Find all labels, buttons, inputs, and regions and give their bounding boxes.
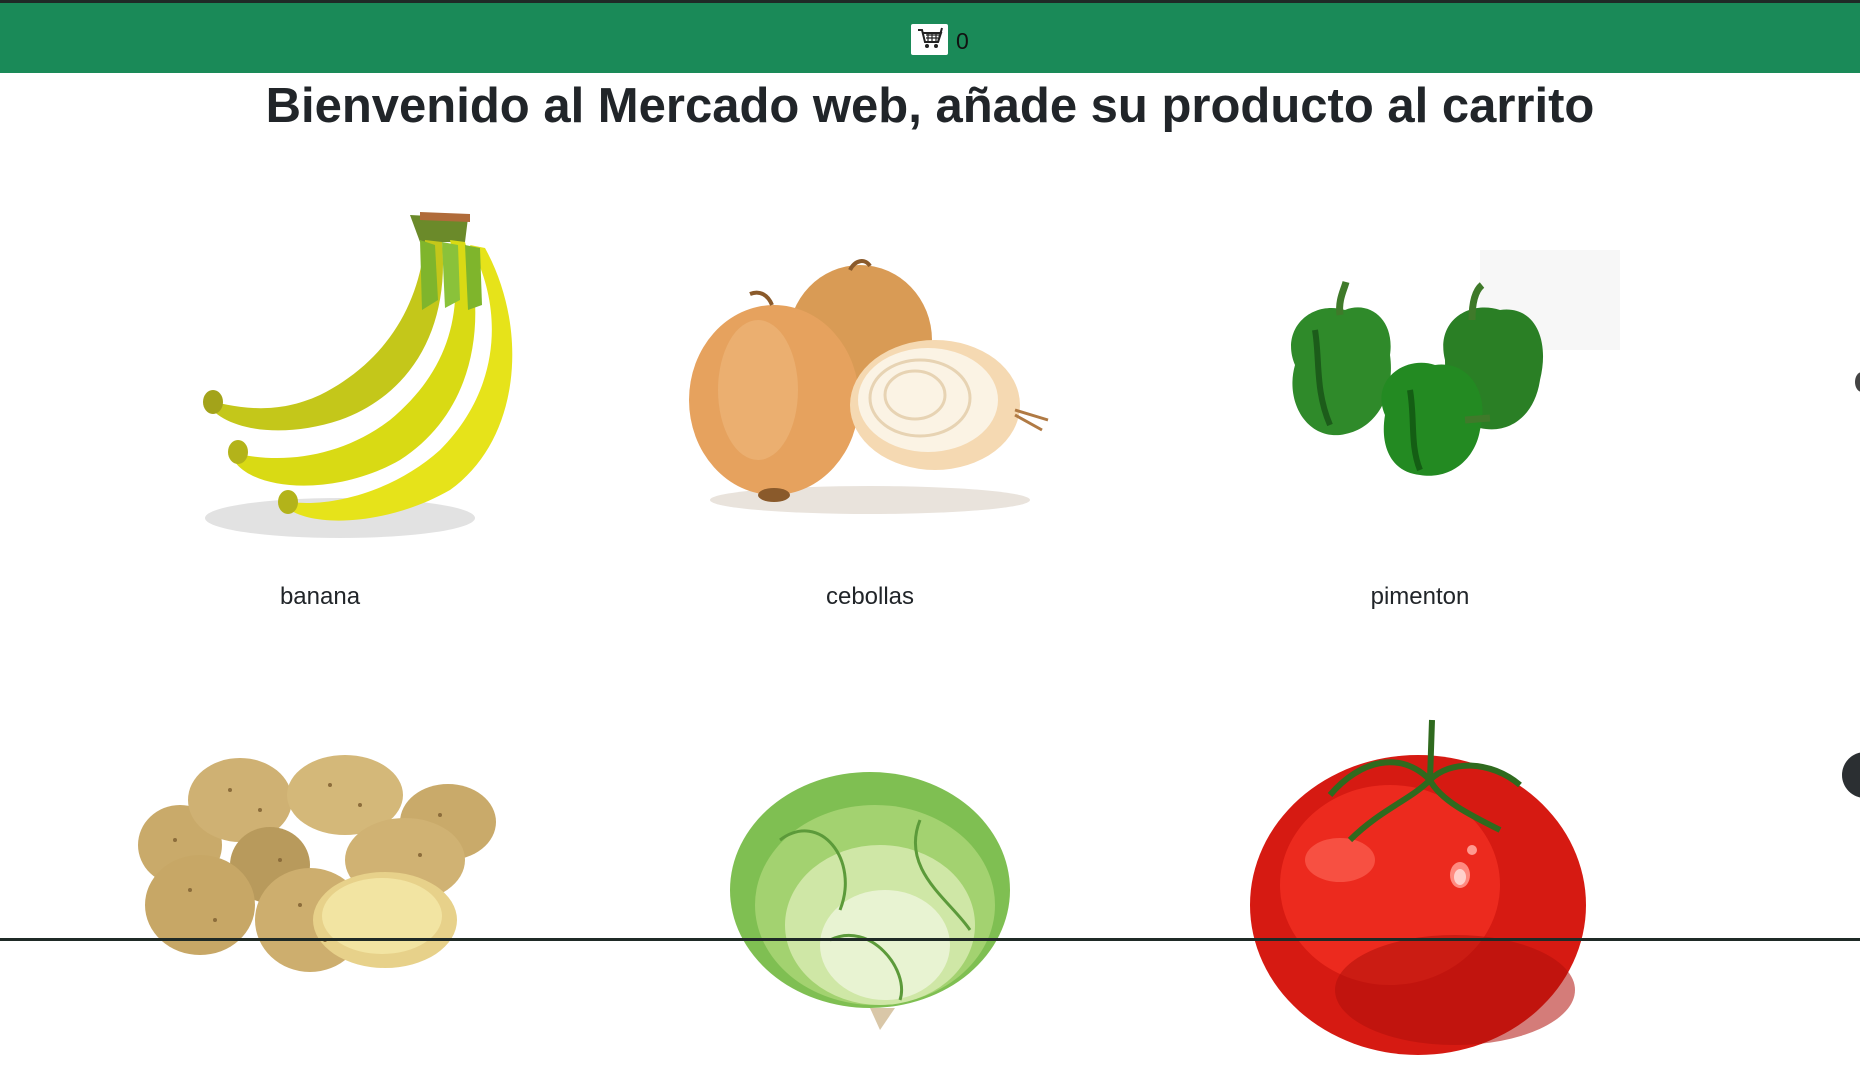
- product-name: banana: [279, 583, 361, 610]
- potatoes-image[interactable]: [120, 690, 520, 1090]
- navbar: 0: [0, 3, 1860, 73]
- scroll-button[interactable]: [1842, 752, 1860, 798]
- product-name: cebollas: [825, 583, 915, 610]
- cart-count: 0: [956, 27, 969, 54]
- lettuce-image[interactable]: [670, 690, 1070, 1090]
- tomato-image[interactable]: [1220, 690, 1620, 1090]
- cart-button[interactable]: 0: [911, 22, 969, 56]
- green-peppers-image[interactable]: [1220, 190, 1620, 590]
- scroll-indicator: [1855, 372, 1860, 392]
- banana-image[interactable]: [120, 190, 520, 590]
- onions-image[interactable]: [670, 190, 1070, 590]
- shopping-cart-icon[interactable]: [911, 23, 948, 55]
- product-name: pimenton: [1370, 583, 1470, 610]
- page-title: Bienvenido al Mercado web, añade su prod…: [265, 79, 1595, 133]
